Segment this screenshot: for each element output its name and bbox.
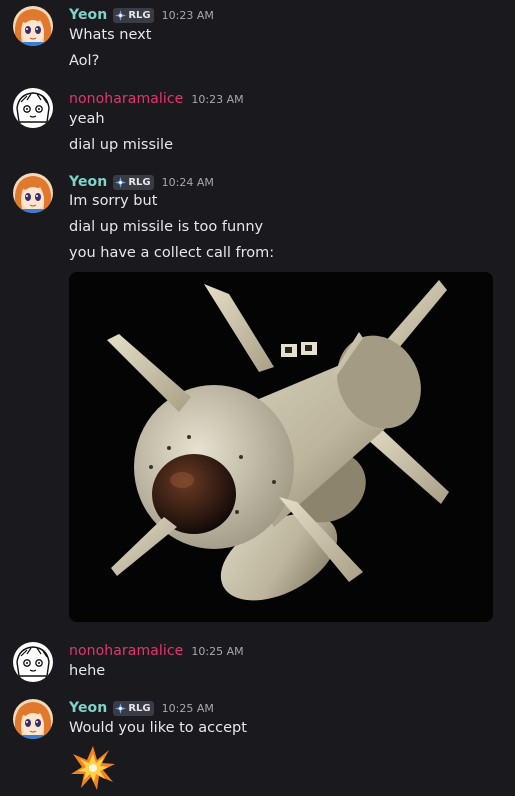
message-text: you have a collect call from: <box>69 245 275 261</box>
timestamp[interactable]: 10:25 AM <box>191 645 243 658</box>
message-text: hehe <box>69 663 106 679</box>
avatar[interactable] <box>13 699 53 739</box>
server-tag[interactable]: RLG <box>113 174 154 190</box>
collision-emoji-icon[interactable] <box>69 744 117 792</box>
avatar[interactable] <box>13 88 53 128</box>
message-text: dial up missile is too funny <box>69 219 264 235</box>
message-text: Would you like to accept <box>69 720 247 736</box>
username[interactable]: Yeon <box>69 700 107 716</box>
avatar[interactable] <box>13 173 53 213</box>
username[interactable]: Yeon <box>69 174 107 190</box>
diamond-icon <box>115 176 127 188</box>
missile-image-attachment[interactable] <box>69 272 493 622</box>
avatar[interactable] <box>13 6 53 46</box>
timestamp[interactable]: 10:24 AM <box>162 176 214 189</box>
username[interactable]: nonoharamalice <box>69 91 183 107</box>
timestamp[interactable]: 10:23 AM <box>191 93 243 106</box>
server-tag-label: RLG <box>128 9 151 21</box>
timestamp[interactable]: 10:23 AM <box>162 9 214 22</box>
message-text: Aol? <box>69 53 100 69</box>
diamond-icon <box>115 9 127 21</box>
server-tag[interactable]: RLG <box>113 700 154 716</box>
username[interactable]: nonoharamalice <box>69 643 183 659</box>
avatar[interactable] <box>13 642 53 682</box>
message-text: Whats next <box>69 27 152 43</box>
server-tag-label: RLG <box>128 176 151 188</box>
server-tag-label: RLG <box>128 702 151 714</box>
server-tag[interactable]: RLG <box>113 7 154 23</box>
username[interactable]: Yeon <box>69 7 107 23</box>
message-text: yeah <box>69 111 105 127</box>
message-text: Im sorry but <box>69 193 158 209</box>
timestamp[interactable]: 10:25 AM <box>162 702 214 715</box>
diamond-icon <box>115 702 127 714</box>
message-text: dial up missile <box>69 137 173 153</box>
